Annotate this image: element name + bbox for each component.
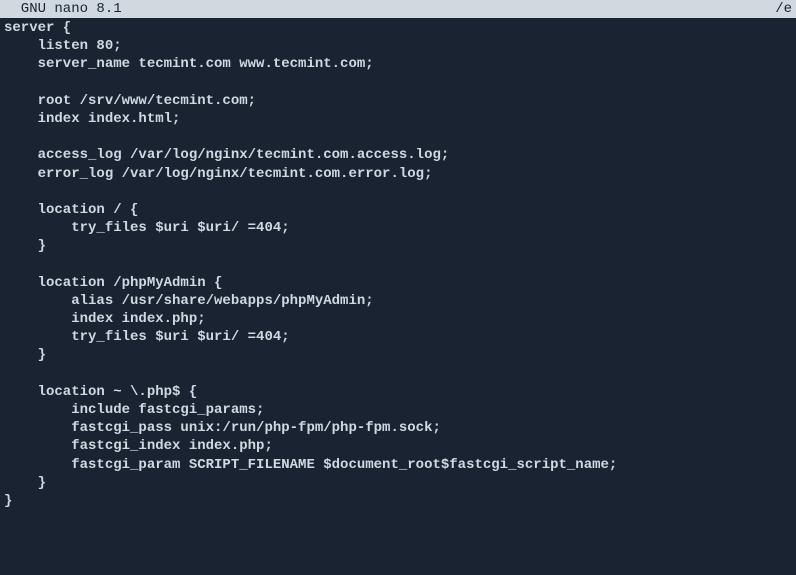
nano-title-bar: GNU nano 8.1 /e [0,0,796,18]
editor-buffer[interactable]: server { listen 80; server_name tecmint.… [0,18,796,511]
editor-name-version: GNU nano 8.1 [4,1,775,17]
file-path-truncated: /e [775,1,792,17]
